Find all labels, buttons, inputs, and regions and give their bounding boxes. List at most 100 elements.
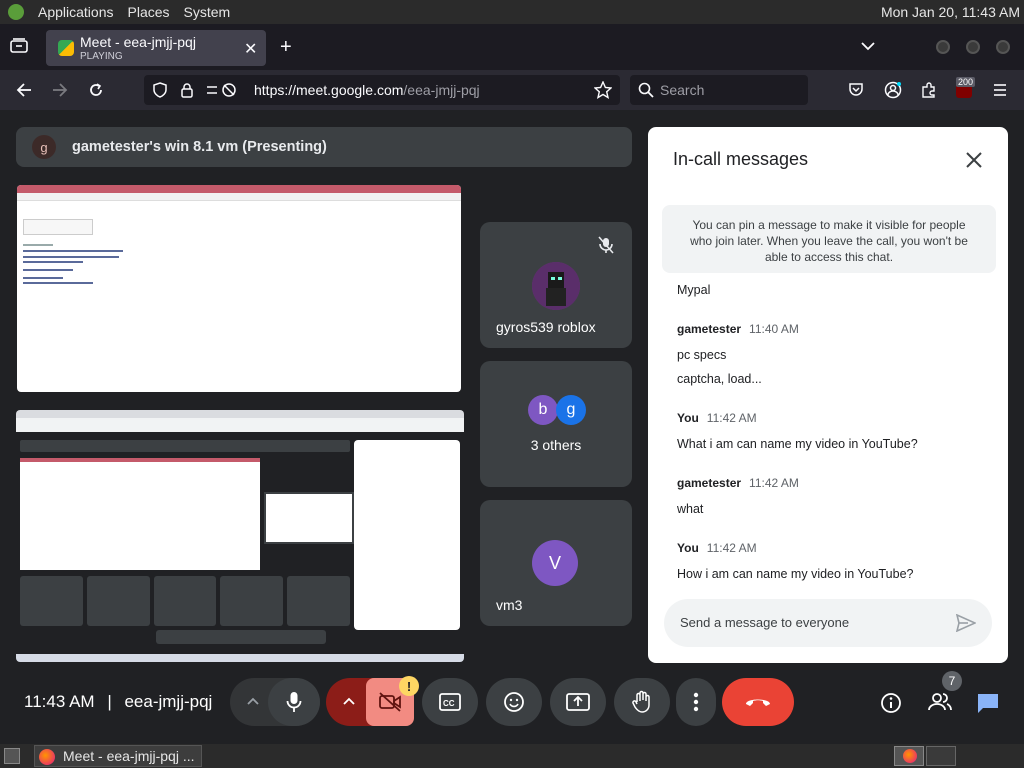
browser-tab-meet[interactable]: Meet - eea-jmjj-pqj PLAYING ✕ xyxy=(46,30,266,66)
reload-icon[interactable] xyxy=(88,82,104,98)
hamburger-menu-icon[interactable] xyxy=(992,82,1008,98)
firefox-icon xyxy=(39,749,55,765)
extension-badge: 200 xyxy=(956,77,976,87)
message-sender: You xyxy=(677,541,699,555)
chat-input[interactable]: Send a message to everyone xyxy=(664,599,992,647)
shared-screen-logo xyxy=(23,219,93,235)
message-text: what xyxy=(677,502,704,516)
lock-icon[interactable] xyxy=(180,82,194,98)
message-sender: gametester xyxy=(677,322,742,336)
menu-system[interactable]: System xyxy=(184,4,231,20)
presentation-title: gametester's win 8.1 vm (Presenting) xyxy=(72,139,327,155)
message-text: What i am can name my video in YouTube? xyxy=(677,437,918,451)
search-box[interactable]: Search xyxy=(630,75,808,105)
extensions-puzzle-icon[interactable] xyxy=(920,81,938,99)
permissions-icon[interactable] xyxy=(206,82,238,98)
in-call-messages-panel: In-call messages You can pin a message t… xyxy=(648,127,1008,663)
pocket-icon[interactable] xyxy=(848,81,864,97)
message-header: gametester 11:42 AM xyxy=(677,474,995,492)
nested-chat-panel xyxy=(354,440,460,630)
tab-title: Meet - eea-jmjj-pqj xyxy=(80,34,196,50)
url-path: /eea-jmjj-pqj xyxy=(403,82,480,98)
window-minimize-button[interactable] xyxy=(936,40,950,54)
tab-overview-icon[interactable] xyxy=(10,38,28,54)
message-time: 11:42 AM xyxy=(749,476,799,490)
url-bar[interactable]: https://meet.google.com/eea-jmjj-pqj xyxy=(144,75,620,105)
participant-name: gyros539 roblox xyxy=(496,319,596,335)
participant-name: vm3 xyxy=(496,597,523,613)
message-text: captcha, load... xyxy=(677,372,762,386)
tab-close-icon[interactable]: ✕ xyxy=(244,39,257,59)
svg-text:CC: CC xyxy=(443,699,455,708)
other-avatar-b: b xyxy=(528,395,558,425)
bookmark-star-icon[interactable] xyxy=(594,81,612,99)
nested-toolbar xyxy=(16,418,464,432)
partial-message-text: Mypal xyxy=(677,283,711,297)
reactions-button[interactable] xyxy=(486,678,542,726)
meeting-details-info-icon[interactable] xyxy=(880,692,902,714)
shared-screen-text-lines xyxy=(23,241,143,287)
meeting-separator: | xyxy=(107,692,112,711)
tab-list-chevron-icon[interactable] xyxy=(860,38,876,54)
window-maximize-button[interactable] xyxy=(966,40,980,54)
meeting-info: 11:43 AM | eea-jmjj-pqj xyxy=(24,692,212,712)
shared-screen-toolbar xyxy=(17,193,461,201)
shield-icon[interactable] xyxy=(152,82,168,98)
back-arrow-icon[interactable] xyxy=(16,82,32,98)
video-options-chevron-icon[interactable] xyxy=(342,696,356,706)
workspace-switcher[interactable] xyxy=(894,746,924,766)
forward-arrow-icon[interactable] xyxy=(52,82,68,98)
url-domain: https://meet.google.com xyxy=(254,82,404,98)
message-text: How i am can name my video in YouTube? xyxy=(677,567,914,581)
menu-places[interactable]: Places xyxy=(128,4,170,20)
raise-hand-button[interactable] xyxy=(614,678,670,726)
message-time: 11:42 AM xyxy=(706,541,757,555)
send-icon[interactable] xyxy=(956,614,976,632)
tab-status: PLAYING xyxy=(80,51,123,62)
presenter-avatar: g xyxy=(32,135,56,159)
participant-tile-vm3[interactable]: V vm3 xyxy=(480,500,632,626)
nested-tiles xyxy=(20,576,350,626)
window-close-button[interactable] xyxy=(996,40,1010,54)
account-icon[interactable] xyxy=(884,81,902,99)
os-logo-icon[interactable] xyxy=(8,4,24,20)
mic-off-icon xyxy=(598,236,614,254)
show-desktop-icon[interactable] xyxy=(4,748,20,764)
microphone-button[interactable] xyxy=(268,678,320,726)
meeting-time: 11:43 AM xyxy=(24,692,95,711)
url-text[interactable]: https://meet.google.com/eea-jmjj-pqj xyxy=(254,82,480,98)
warning-badge: ! xyxy=(399,676,419,696)
firefox-icon xyxy=(903,749,917,763)
search-icon xyxy=(638,82,654,98)
audio-options-chevron-icon[interactable] xyxy=(246,696,260,706)
new-tab-button[interactable]: + xyxy=(280,36,292,59)
chat-message: gametester 11:40 AM pc specs captcha, loa… xyxy=(677,320,995,386)
chat-close-icon[interactable] xyxy=(966,152,982,168)
menu-applications[interactable]: Applications xyxy=(38,4,114,20)
nested-presentation xyxy=(20,458,260,570)
os-clock[interactable]: Mon Jan 20, 11:43 AM xyxy=(881,4,1020,20)
meet-favicon-icon xyxy=(58,40,74,56)
taskbar-window-button[interactable]: Meet - eea-jmjj-pqj ... xyxy=(34,745,202,767)
participant-tile-others[interactable]: b g 3 others xyxy=(480,361,632,487)
workspace-switcher-empty[interactable] xyxy=(926,746,956,766)
nested-header xyxy=(20,440,350,452)
shared-screen-main[interactable] xyxy=(17,185,461,392)
participant-avatar xyxy=(532,262,580,310)
pin-notice: You can pin a message to make it visible… xyxy=(662,205,996,273)
search-placeholder: Search xyxy=(660,82,705,98)
present-screen-button[interactable] xyxy=(550,678,606,726)
people-icon[interactable] xyxy=(928,692,952,712)
message-time: 11:42 AM xyxy=(706,411,757,425)
shared-screen-secondary[interactable] xyxy=(16,410,464,662)
more-options-button[interactable] xyxy=(676,678,716,726)
chat-message: You 11:42 AM How i am can name my video i… xyxy=(677,539,995,581)
nested-control-bar xyxy=(156,630,326,644)
message-sender: You xyxy=(677,411,699,425)
taskbar-window-title: Meet - eea-jmjj-pqj ... xyxy=(63,748,195,764)
participant-tile-gyros539[interactable]: gyros539 roblox xyxy=(480,222,632,348)
end-call-button[interactable] xyxy=(722,678,794,726)
chat-icon[interactable] xyxy=(976,692,1000,714)
captions-button[interactable]: CC xyxy=(422,678,478,726)
participant-name: 3 others xyxy=(530,437,582,453)
